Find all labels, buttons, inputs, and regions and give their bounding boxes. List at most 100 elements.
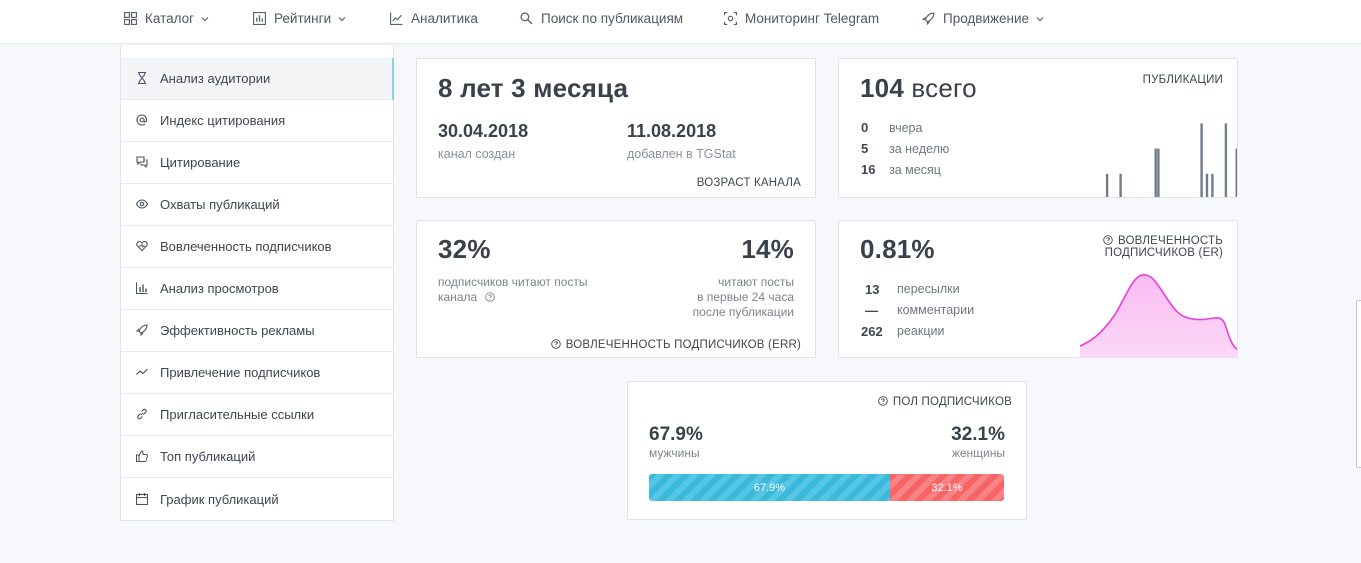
publication-bar <box>1157 148 1160 197</box>
rocket-icon <box>136 324 149 337</box>
help-icon[interactable] <box>878 396 888 406</box>
publication-bar <box>1205 173 1209 197</box>
rocket-icon <box>921 12 935 26</box>
sidebar-item-post-reach[interactable]: Охваты публикаций <box>121 184 393 226</box>
err24-value: 14% <box>741 234 794 264</box>
search-icon <box>519 12 533 26</box>
sidebar-item-invite-links[interactable]: Пригласительные ссылки <box>121 394 393 436</box>
nav-search-posts[interactable]: Поиск по публикациям <box>519 0 683 37</box>
card-footer-title: ВОЗРАСТ КАНАЛА <box>696 177 801 189</box>
help-icon[interactable] <box>484 292 495 302</box>
chevron-down-icon <box>338 15 346 23</box>
er-comments-label: комментарии <box>897 303 975 317</box>
nav-analytics-label: Аналитика <box>411 11 478 26</box>
ratings-icon <box>252 12 266 26</box>
thumbs-up-icon <box>136 450 149 463</box>
nav-catalog[interactable]: Каталог <box>123 0 209 37</box>
channel-age-card: 8 лет 3 месяца 30.04.2018 канал создан 1… <box>416 58 816 198</box>
nav-promotion[interactable]: Продвижение <box>921 0 1044 37</box>
engagement-icon <box>136 240 149 253</box>
gender-card: ПОЛ ПОДПИСЧИКОВ 67.9% мужчины 32.1% женщ… <box>627 381 1027 520</box>
sidebar-item-label: Вовлеченность подписчиков <box>160 239 332 254</box>
sidebar-item-label: График публикаций <box>160 491 279 507</box>
calendar-icon <box>136 492 149 506</box>
nav-analytics[interactable]: Аналитика <box>389 0 478 37</box>
card-title: ПУБЛИКАЦИИ <box>1142 74 1223 86</box>
male-value: 67.9% <box>649 424 703 445</box>
nav-monitoring-label: Мониторинг Telegram <box>745 11 880 26</box>
nav-monitoring[interactable]: Мониторинг Telegram <box>723 0 879 37</box>
sidebar-item-label: Цитирование <box>160 155 241 170</box>
er-card: 0.81% ВОВЛЕЧЕННОСТЬ ПОДПИСЧИКОВ (ER) 13 … <box>838 220 1238 358</box>
er-title-line-2: ПОДПИСЧИКОВ (ER) <box>1104 247 1223 259</box>
posts-yesterday-value: 0 <box>861 120 869 135</box>
err-readers-label-2-text: канала <box>438 290 478 304</box>
er-comments-value: — <box>865 303 878 318</box>
er-forwards-value: 13 <box>865 282 880 297</box>
sidebar-item-ad-efficiency[interactable]: Эффективность рекламы <box>121 310 393 352</box>
publication-bar <box>1200 123 1203 197</box>
sidebar-item-audience-analysis[interactable]: Анализ аудитории <box>121 58 394 100</box>
posts-month-label: за месяц <box>889 163 941 177</box>
sidebar-item-top-posts[interactable]: Топ публикаций <box>121 436 393 478</box>
sidebar: Анализ аудитории Индекс цитирования Цити… <box>120 45 394 521</box>
publications-total-number: 104 <box>860 73 904 103</box>
sidebar-item-label: Анализ аудитории <box>160 71 271 86</box>
male-bar-label: 67.9% <box>753 481 786 494</box>
er-reactions-value: 262 <box>861 324 883 339</box>
err24-label-2: в первые 24 часа <box>697 290 794 304</box>
sidebar-item-label: Пригласительные ссылки <box>160 407 315 422</box>
er-sparkline <box>1080 274 1237 357</box>
added-date: 11.08.2018 <box>627 121 717 141</box>
female-label: женщины <box>951 446 1005 460</box>
help-icon[interactable] <box>551 339 561 349</box>
nav-ratings[interactable]: Рейтинги <box>252 0 346 37</box>
top-navigation: Каталог Рейтинги Аналитика Поиск по публ… <box>0 0 1361 44</box>
nav-promotion-label: Продвижение <box>943 11 1030 26</box>
er-value: 0.81% <box>860 234 935 264</box>
sidebar-item-label: Топ публикаций <box>160 449 256 464</box>
nav-catalog-label: Каталог <box>145 11 195 26</box>
sidebar-item-citation[interactable]: Цитирование <box>121 142 393 184</box>
hourglass-icon <box>136 72 149 85</box>
gender-title-text: ПОЛ ПОДПИСЧИКОВ <box>892 396 1012 408</box>
sidebar-item-post-schedule[interactable]: График публикаций <box>121 478 393 520</box>
err24-label-1: читают посты <box>718 275 794 289</box>
er-forwards-label: пересылки <box>897 282 960 296</box>
posts-week-label: за неделю <box>889 142 950 156</box>
female-bar-label: 32.1% <box>931 481 963 494</box>
trend-icon <box>136 366 149 379</box>
publication-bar <box>1211 173 1214 197</box>
grid-icon <box>123 12 137 26</box>
posts-yesterday-label: вчера <box>889 121 923 135</box>
publications-card: 104 всего ПУБЛИКАЦИИ 0 вчера 5 за неделю… <box>838 58 1238 198</box>
gender-progress-bar: 67.9% 32.1% <box>649 474 1004 501</box>
sidebar-item-citation-index[interactable]: Индекс цитирования <box>121 100 393 142</box>
female-bar-segment: 32.1% <box>890 474 1004 501</box>
err24-label-3: после публикации <box>692 305 794 319</box>
at-icon <box>136 114 149 127</box>
sidebar-item-label: Эффективность рекламы <box>160 323 315 338</box>
sidebar-item-label: Анализ просмотров <box>160 281 279 296</box>
publication-bar <box>1105 173 1109 197</box>
card-title: ПОЛ ПОДПИСЧИКОВ <box>878 396 1012 408</box>
publication-bar <box>1235 148 1237 197</box>
publications-sparkline <box>1105 123 1237 197</box>
male-label: мужчины <box>649 446 700 460</box>
help-icon[interactable] <box>1103 235 1113 245</box>
sidebar-item-label: Охваты публикаций <box>160 197 280 212</box>
created-date: 30.04.2018 <box>438 121 529 141</box>
err-card: 32% подписчиков читают посты канала 14% … <box>416 220 816 358</box>
publication-bar <box>1224 123 1228 197</box>
female-value: 32.1% <box>951 424 1005 445</box>
sidebar-item-subscriber-acquisition[interactable]: Привлечение подписчиков <box>121 352 393 394</box>
publication-bar <box>1154 148 1157 197</box>
sidebar-item-label: Индекс цитирования <box>160 113 286 128</box>
monitoring-icon <box>723 12 737 26</box>
created-label: канал создан <box>438 147 516 161</box>
quote-icon <box>136 156 149 169</box>
sidebar-item-engagement[interactable]: Вовлеченность подписчиков <box>121 226 393 268</box>
card-footer-title: ВОВЛЕЧЕННОСТЬ ПОДПИСЧИКОВ (ERR) <box>551 339 801 351</box>
sidebar-item-views-analysis[interactable]: Анализ просмотров <box>121 268 393 310</box>
scrollbar[interactable] <box>1356 300 1361 468</box>
